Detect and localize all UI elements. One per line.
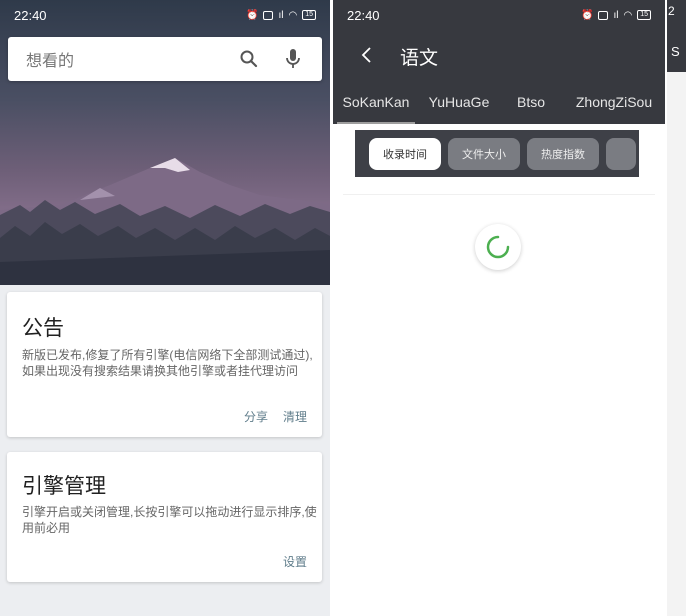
- filter-collect-time[interactable]: 收录时间: [369, 137, 441, 170]
- search-icon[interactable]: [234, 44, 264, 74]
- results-screen: 22:40 ⏰ ıl ◠ 15 语文 SoKanKan YuHuaGe Btso…: [333, 0, 665, 616]
- signal-icon: ıl: [613, 9, 619, 21]
- status-time: 22:40: [347, 7, 380, 23]
- battery-icon: 15: [637, 10, 651, 20]
- partial-status-text: 2: [668, 4, 675, 18]
- filter-popularity[interactable]: 热度指数: [527, 137, 599, 170]
- search-input[interactable]: 想看的: [26, 47, 220, 71]
- notice-card: 公告 新版已发布,修复了所有引擎(电信网络下全部测试通过),如果出现没有搜索结果…: [7, 292, 322, 437]
- status-icons: ⏰ ıl ◠ 15: [246, 10, 316, 21]
- status-bar: 22:40 ⏰ ıl ◠ 15: [333, 0, 665, 30]
- notice-title: 公告: [22, 317, 64, 340]
- divider: [343, 194, 655, 195]
- app-bar: 22:40 ⏰ ıl ◠ 15 语文 SoKanKan YuHuaGe Btso…: [333, 0, 665, 124]
- wifi-icon: ◠: [288, 9, 298, 21]
- engine-tabs: SoKanKan YuHuaGe Btso ZhongZiSou: [333, 86, 665, 124]
- sim-icon: [263, 10, 274, 20]
- share-button[interactable]: 分享: [244, 408, 268, 425]
- status-bar: 22:40 ⏰ ıl ◠ 15: [0, 0, 330, 30]
- screenshot-stage: 22:40 ⏰ ıl ◠ 15 想看的 公告 新版已发布,修复了所有引擎(电信网…: [0, 0, 686, 616]
- partial-tab-text: S: [671, 44, 680, 59]
- status-icons: ⏰ ıl ◠ 15: [581, 10, 651, 21]
- wifi-icon: ◠: [623, 9, 633, 21]
- home-screen: 22:40 ⏰ ıl ◠ 15 想看的 公告 新版已发布,修复了所有引擎(电信网…: [0, 0, 330, 616]
- loading-spinner-icon: [475, 224, 521, 270]
- tab-zhongzisou[interactable]: ZhongZiSou: [563, 86, 665, 120]
- alarm-icon: ⏰: [581, 9, 594, 21]
- sim-icon: [598, 10, 609, 20]
- status-time: 22:40: [14, 7, 47, 23]
- filter-file-size[interactable]: 文件大小: [448, 137, 520, 170]
- engine-card-actions: 设置: [283, 553, 307, 570]
- mic-icon[interactable]: [278, 44, 308, 74]
- partial-app-bar: 2 S: [667, 0, 686, 72]
- back-arrow-icon[interactable]: [351, 40, 381, 70]
- tab-btso[interactable]: Btso: [499, 86, 563, 120]
- battery-icon: 15: [302, 10, 316, 20]
- engine-card-title: 引擎管理: [22, 475, 106, 498]
- settings-button[interactable]: 设置: [283, 553, 307, 570]
- alarm-icon: ⏰: [246, 9, 259, 21]
- signal-icon: ıl: [278, 9, 284, 21]
- notice-actions: 分享 清理: [244, 408, 307, 425]
- page-title: 语文: [400, 48, 439, 69]
- notice-body: 新版已发布,修复了所有引擎(电信网络下全部测试通过),如果出现没有搜索结果请换其…: [22, 348, 313, 378]
- engine-card-body: 引擎开启或关闭管理,长按引擎可以拖动进行显示排序,使用前必用: [22, 505, 317, 535]
- filter-more[interactable]: [606, 137, 636, 170]
- tab-yuhuage[interactable]: YuHuaGe: [419, 86, 499, 120]
- clear-button[interactable]: 清理: [283, 408, 307, 425]
- search-bar[interactable]: 想看的: [8, 37, 322, 81]
- engine-management-card: 引擎管理 引擎开启或关闭管理,长按引擎可以拖动进行显示排序,使用前必用 设置: [7, 452, 322, 582]
- sort-filter-bar: 收录时间 文件大小 热度指数: [355, 130, 639, 177]
- partial-third-screen: 2 S: [667, 0, 686, 616]
- tab-sokankan[interactable]: SoKanKan: [333, 86, 419, 124]
